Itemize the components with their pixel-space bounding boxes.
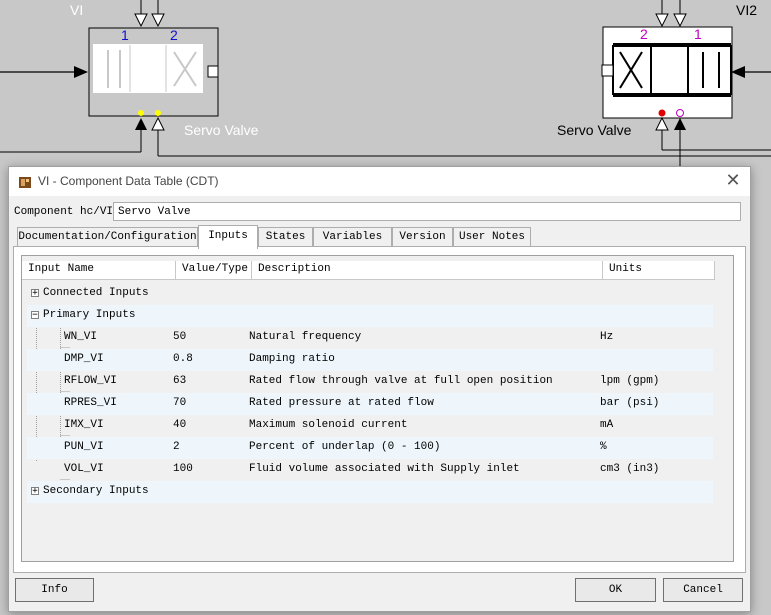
input-name: VOL_VI bbox=[64, 463, 104, 475]
info-button[interactable]: Info bbox=[15, 578, 94, 602]
valve-right-actuator bbox=[601, 64, 614, 77]
input-name: WN_VI bbox=[64, 331, 98, 343]
group-label: Connected Inputs bbox=[43, 287, 149, 299]
input-units: mA bbox=[600, 419, 614, 431]
group-row-connected[interactable]: + Connected Inputs bbox=[27, 283, 713, 305]
table-row[interactable]: WN_VI 50 Natural frequency Hz bbox=[27, 327, 713, 349]
app-icon bbox=[19, 177, 31, 188]
input-description: Natural frequency bbox=[249, 331, 362, 343]
close-button[interactable]: ✕ bbox=[716, 167, 750, 196]
port-dot-3 bbox=[138, 110, 144, 116]
table-row[interactable]: DMP_VI 0.8 Damping ratio bbox=[27, 349, 713, 371]
port-triangle-2 bbox=[151, 13, 165, 28]
valve-left-name: VI bbox=[70, 2, 84, 18]
port-triangle-1 bbox=[134, 13, 148, 28]
input-value[interactable]: 63 bbox=[173, 375, 186, 387]
input-value[interactable]: 50 bbox=[173, 331, 186, 343]
input-description: Rated flow through valve at full open po… bbox=[249, 375, 553, 387]
input-units: Hz bbox=[600, 331, 614, 343]
arrow-left-in bbox=[74, 66, 88, 78]
valve-left-actuator bbox=[207, 65, 219, 78]
expand-connected-icon[interactable]: + bbox=[31, 289, 39, 298]
port-r-dot-3 bbox=[658, 109, 666, 117]
arrow-right-in bbox=[731, 66, 745, 78]
port-r-triangle-4 bbox=[674, 118, 686, 130]
ok-button[interactable]: OK bbox=[575, 578, 656, 602]
cancel-button[interactable]: Cancel bbox=[663, 578, 743, 602]
component-label: Component hc/VI bbox=[14, 206, 114, 218]
input-units: cm3 (in3) bbox=[600, 463, 660, 475]
component-name-input[interactable]: Servo Valve bbox=[113, 202, 741, 221]
input-units: % bbox=[600, 441, 607, 453]
input-description: Percent of underlap (0 - 100) bbox=[249, 441, 441, 453]
input-value[interactable]: 70 bbox=[173, 397, 186, 409]
port-dot-4 bbox=[155, 110, 161, 116]
input-description: Rated pressure at rated flow bbox=[249, 397, 434, 409]
tab-states[interactable]: States bbox=[258, 227, 313, 247]
dialog-title: VI - Component Data Table (CDT) bbox=[38, 174, 219, 188]
port-r-dot-4 bbox=[676, 109, 684, 117]
table-row[interactable]: IMX_VI 40 Maximum solenoid current mA bbox=[27, 415, 713, 437]
port-triangle-3 bbox=[135, 118, 147, 130]
valve-right-port1-label: 1 bbox=[694, 26, 702, 42]
group-label: Secondary Inputs bbox=[43, 485, 149, 497]
valve-left-port1-label: 1 bbox=[121, 27, 129, 43]
input-value[interactable]: 2 bbox=[173, 441, 180, 453]
table-row[interactable]: PUN_VI 2 Percent of underlap (0 - 100) % bbox=[27, 437, 713, 459]
input-description: Damping ratio bbox=[249, 353, 335, 365]
table-row[interactable]: RFLOW_VI 63 Rated flow through valve at … bbox=[27, 371, 713, 393]
port-r-triangle-3 bbox=[655, 116, 669, 131]
port-triangle-4 bbox=[151, 116, 165, 131]
tab-user-notes[interactable]: User Notes bbox=[453, 227, 531, 247]
tab-documentation[interactable]: Documentation/Configuration bbox=[17, 227, 198, 247]
input-units: lpm (gpm) bbox=[600, 375, 660, 387]
dialog-titlebar[interactable]: VI - Component Data Table (CDT) ✕ bbox=[9, 167, 750, 196]
group-label: Primary Inputs bbox=[43, 309, 136, 321]
valve-right-port2-label: 2 bbox=[640, 26, 648, 42]
table-row[interactable]: RPRES_VI 70 Rated pressure at rated flow… bbox=[27, 393, 713, 415]
input-value[interactable]: 0.8 bbox=[173, 353, 193, 365]
tab-variables[interactable]: Variables bbox=[313, 227, 392, 247]
input-name: RFLOW_VI bbox=[64, 375, 117, 387]
valve-left-port2-label: 2 bbox=[170, 27, 178, 43]
port-r-triangle-2 bbox=[673, 13, 687, 28]
table-row[interactable]: VOL_VI 100 Fluid volume associated with … bbox=[27, 459, 713, 481]
input-description: Fluid volume associated with Supply inle… bbox=[249, 463, 520, 475]
input-description: Maximum solenoid current bbox=[249, 419, 408, 431]
port-r-triangle-1 bbox=[655, 13, 669, 28]
input-name: RPRES_VI bbox=[64, 397, 117, 409]
valve-right-caption: Servo Valve bbox=[557, 122, 632, 138]
input-name: IMX_VI bbox=[64, 419, 104, 431]
collapse-primary-icon[interactable]: − bbox=[31, 311, 39, 320]
tab-version[interactable]: Version bbox=[392, 227, 453, 247]
expand-secondary-icon[interactable]: + bbox=[31, 487, 39, 496]
input-name: DMP_VI bbox=[64, 353, 104, 365]
valve-right-name: VI2 bbox=[736, 2, 758, 18]
input-value[interactable]: 100 bbox=[173, 463, 193, 475]
input-value[interactable]: 40 bbox=[173, 419, 186, 431]
group-row-primary[interactable]: − Primary Inputs bbox=[27, 305, 713, 327]
tab-inputs[interactable]: Inputs bbox=[198, 225, 258, 249]
cdt-dialog: VI - Component Data Table (CDT) ✕ Compon… bbox=[8, 166, 751, 612]
inputs-table: Input Name Value/Type Description Units … bbox=[21, 255, 734, 562]
input-name: PUN_VI bbox=[64, 441, 104, 453]
input-units: bar (psi) bbox=[600, 397, 660, 409]
group-row-secondary[interactable]: + Secondary Inputs bbox=[27, 481, 713, 503]
valve-left-caption: Servo Valve bbox=[184, 122, 259, 138]
